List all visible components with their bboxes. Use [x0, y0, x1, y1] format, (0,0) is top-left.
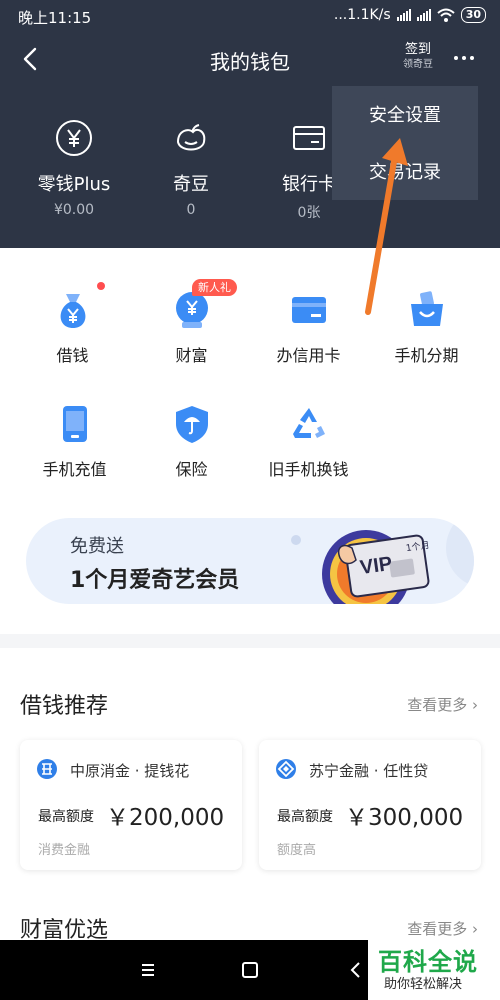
- loan-card-limit-label: 最高额度: [38, 809, 94, 825]
- loan-card-name: 中原消金 · 提钱花: [70, 762, 190, 780]
- more-options-icon[interactable]: [448, 46, 480, 70]
- grid-item-label: 办信用卡: [276, 346, 341, 365]
- grid-item-credit-card[interactable]: 办信用卡: [246, 288, 371, 366]
- wallet-item-label: 零钱Plus: [37, 174, 111, 195]
- grid-item-label: 财富: [175, 346, 208, 365]
- grid-item-label: 手机分期: [394, 346, 459, 365]
- loan-recommend-section: 借钱推荐 查看更多 › 中原消金 · 提钱花 最高额度 ￥200,000 消费金…: [0, 648, 500, 943]
- grid-item-label: 保险: [175, 460, 208, 479]
- grid-item-label: 旧手机换钱: [268, 460, 349, 479]
- wallet-item-beans[interactable]: 奇豆 0: [131, 118, 251, 218]
- grid-item-label: 借钱: [56, 346, 89, 365]
- loan-card-limit-label: 最高额度: [277, 809, 333, 825]
- zhongyuan-logo-icon: [37, 759, 57, 779]
- status-time: 晚上11:15: [18, 9, 92, 27]
- service-grid: 借钱 财富 新人礼 办信用卡 手机分期 手机充值 保险 旧手机换钱 免费送 1个…: [0, 248, 500, 634]
- notification-dot: [97, 282, 105, 290]
- grid-item-wealth[interactable]: 财富: [129, 288, 254, 366]
- promo-subtitle: 免费送: [70, 536, 124, 557]
- credit-card-icon: [291, 297, 326, 323]
- suning-logo-icon: [276, 759, 296, 779]
- battery-icon: 30: [460, 7, 486, 23]
- wallet-item-value: 0张: [297, 205, 321, 221]
- vip-card-illustration: VIP 1个月: [291, 518, 474, 604]
- loan-card-name: 苏宁金融 · 任性贷: [309, 762, 429, 780]
- watermark-subtitle: 助你轻松解决: [382, 973, 465, 992]
- checkin-label: 签到: [404, 42, 431, 57]
- grid-item-borrow[interactable]: 借钱: [10, 288, 135, 366]
- yen-icon: [56, 120, 92, 156]
- bank-card-icon: [293, 126, 325, 150]
- grid-item-phone-installment[interactable]: 手机分期: [364, 288, 489, 366]
- wallet-item-value: 0: [186, 202, 196, 218]
- shopping-bag-icon: [410, 291, 443, 326]
- loan-card-amount: ￥300,000: [345, 805, 464, 831]
- loan-card-amount: ￥200,000: [106, 805, 225, 831]
- more-options-menu: 安全设置 交易记录: [332, 86, 478, 200]
- view-more-link[interactable]: 查看更多 ›: [407, 694, 478, 715]
- signal-icon-2: [416, 9, 431, 21]
- loan-card-zhongyuan[interactable]: 中原消金 · 提钱花 最高额度 ￥200,000 消费金融: [20, 740, 242, 870]
- umbrella-shield-icon: [175, 406, 208, 443]
- wallet-item-value: ¥0.00: [53, 202, 95, 218]
- grid-item-phone-recharge[interactable]: 手机充值: [12, 402, 137, 480]
- menu-item-transaction-records[interactable]: 交易记录: [332, 143, 478, 200]
- promo-banner[interactable]: 免费送 1个月爱奇艺会员 VIP 1个月: [26, 518, 474, 604]
- checkin-button[interactable]: 签到 领奇豆: [396, 42, 440, 71]
- grid-item-label: 手机充值: [42, 460, 107, 479]
- wealth-view-more-link[interactable]: 查看更多 ›: [407, 918, 478, 939]
- status-bar: 晚上11:15 ...1.1K/s 30: [0, 0, 500, 32]
- title-bar: 我的钱包 签到 领奇豆: [0, 32, 500, 88]
- money-bag-icon: [60, 294, 85, 328]
- network-speed: ...1.1K/s: [333, 7, 391, 23]
- checkin-sub-label: 领奇豆: [403, 59, 433, 70]
- menu-icon[interactable]: [136, 958, 160, 982]
- signal-icon: [396, 9, 411, 21]
- wallet-item-label: 奇豆: [173, 174, 209, 195]
- watermark-logo: 百科全说 助你轻松解决: [368, 940, 500, 1000]
- wifi-icon: [437, 8, 455, 22]
- loan-card-desc: 额度高: [277, 843, 317, 858]
- home-icon[interactable]: [238, 958, 262, 982]
- wallet-item-change-plus[interactable]: 零钱Plus ¥0.00: [14, 118, 134, 218]
- menu-item-security-settings[interactable]: 安全设置: [332, 86, 478, 143]
- new-user-badge: 新人礼: [192, 279, 237, 296]
- promo-title: 1个月爱奇艺会员: [70, 568, 240, 593]
- watermark-title: 百科全说: [378, 948, 478, 976]
- grid-item-insurance[interactable]: 保险: [129, 402, 254, 480]
- section-title: 借钱推荐: [20, 694, 109, 719]
- phone-icon: [62, 406, 87, 442]
- back-icon[interactable]: [344, 958, 368, 982]
- status-indicators: ...1.1K/s 30: [334, 7, 486, 23]
- grid-item-old-phone-trade[interactable]: 旧手机换钱: [246, 402, 371, 480]
- vip-badge-text: VIP: [359, 553, 394, 579]
- recycle-icon: [292, 408, 325, 438]
- loan-card-desc: 消费金融: [38, 843, 91, 858]
- bean-icon: [176, 124, 206, 151]
- loan-card-suning[interactable]: 苏宁金融 · 任性贷 最高额度 ￥300,000 额度高: [259, 740, 481, 870]
